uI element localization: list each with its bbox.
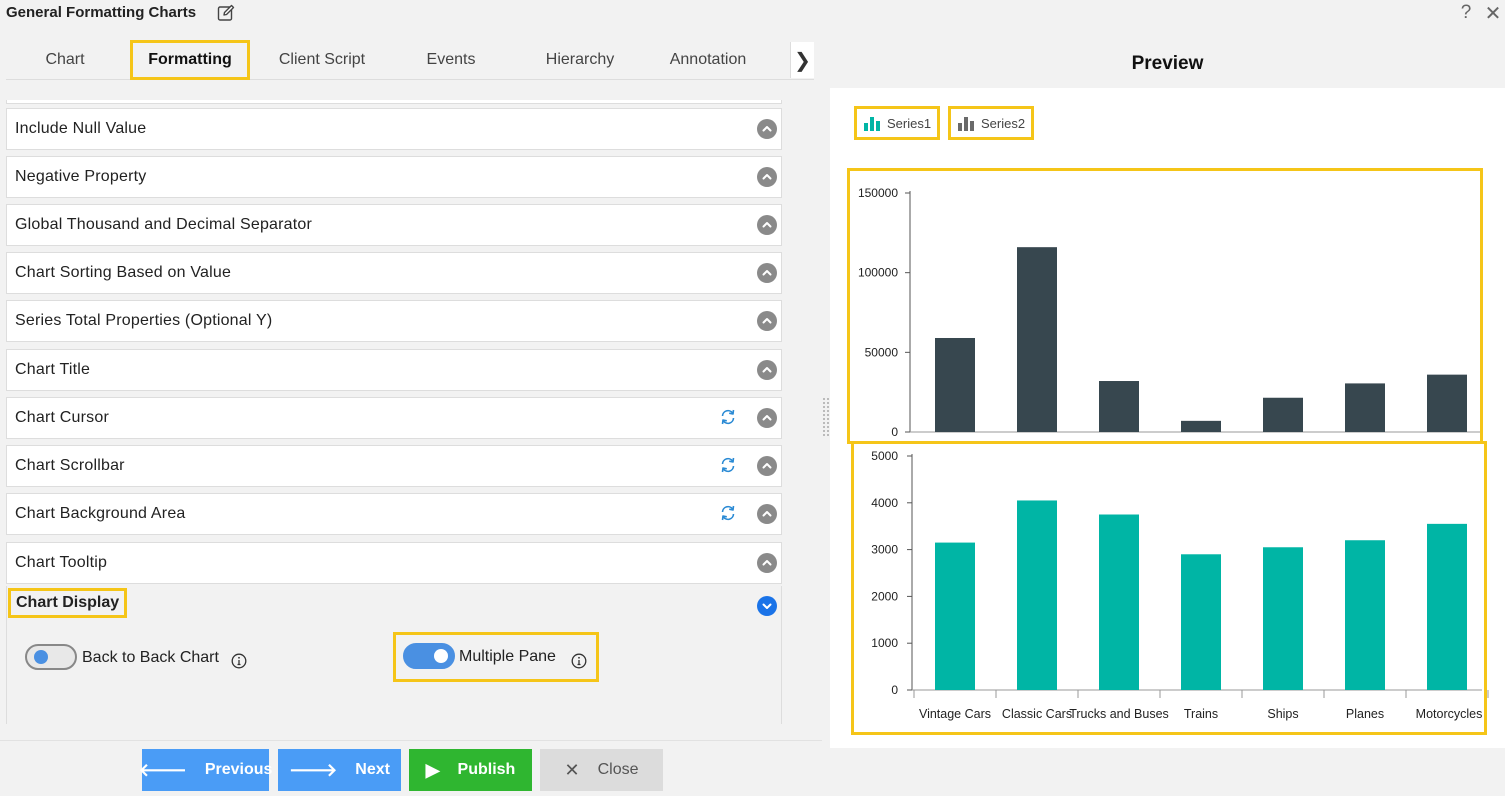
accordion-item-label: Chart Sorting Based on Value bbox=[15, 264, 232, 281]
accordion-item[interactable]: Negative Property bbox=[6, 156, 782, 198]
help-icon[interactable]: ? bbox=[1458, 2, 1474, 24]
tab-bar: Chart Formatting Client Script Events Hi… bbox=[6, 40, 814, 80]
tab-annotation[interactable]: Annotation bbox=[648, 40, 768, 80]
splitter-dot bbox=[823, 426, 825, 428]
chevron-up-icon[interactable] bbox=[757, 311, 777, 331]
accordion-item-label: Chart Scrollbar bbox=[15, 457, 125, 474]
chevron-up-icon[interactable] bbox=[757, 360, 777, 380]
splitter-dot bbox=[827, 430, 829, 432]
accordion-item[interactable]: Chart Title bbox=[6, 349, 782, 391]
splitter-dot bbox=[823, 402, 825, 404]
splitter-dot bbox=[827, 434, 829, 436]
splitter-dot bbox=[827, 402, 829, 404]
accordion-item-label: Series Total Properties (Optional Y) bbox=[15, 312, 273, 329]
chevron-down-icon[interactable] bbox=[757, 596, 777, 616]
accordion-item-label: Global Thousand and Decimal Separator bbox=[15, 216, 313, 233]
tab-hierarchy[interactable]: Hierarchy bbox=[518, 40, 642, 80]
close-button[interactable]: ✕ Close bbox=[540, 749, 663, 791]
refresh-icon[interactable] bbox=[719, 504, 737, 522]
accordion-item[interactable]: Chart Background Area bbox=[6, 493, 782, 535]
accordion-item-label: Chart Tooltip bbox=[15, 554, 108, 571]
chart-display-header[interactable]: Chart Display bbox=[8, 588, 128, 618]
splitter-dot bbox=[823, 398, 825, 400]
multiple-pane-label: Multiple Pane bbox=[459, 648, 556, 665]
title-bar: General Formatting Charts ? ✕ bbox=[0, 0, 1505, 28]
splitter-dot bbox=[827, 410, 829, 412]
splitter-dot bbox=[823, 406, 825, 408]
next-label: Next bbox=[355, 761, 390, 778]
chevron-up-icon[interactable] bbox=[757, 504, 777, 524]
top-pane-highlight bbox=[847, 168, 1483, 444]
accordion-item[interactable]: Chart Tooltip bbox=[6, 542, 782, 584]
chevron-up-icon[interactable] bbox=[757, 167, 777, 187]
tab-formatting[interactable]: Formatting bbox=[130, 40, 250, 80]
accordion-item[interactable]: Series Total Properties (Optional Y) bbox=[6, 300, 782, 342]
chevron-up-icon[interactable] bbox=[757, 408, 777, 428]
toggle-knob bbox=[34, 650, 48, 664]
toggle-knob bbox=[434, 649, 448, 663]
arrow-left-icon: 🡐 bbox=[138, 759, 187, 780]
tab-client-script[interactable]: Client Script bbox=[258, 40, 386, 80]
chevron-up-icon[interactable] bbox=[757, 119, 777, 139]
multiple-pane-toggle[interactable] bbox=[403, 643, 455, 669]
accordion-item-label: Include Null Value bbox=[15, 120, 147, 137]
splitter-dot bbox=[823, 414, 825, 416]
accordion-item[interactable]: Chart Scrollbar bbox=[6, 445, 782, 487]
panel-splitter[interactable] bbox=[822, 398, 830, 438]
accordion-item[interactable]: Include Null Value bbox=[6, 108, 782, 150]
tab-events[interactable]: Events bbox=[392, 40, 510, 80]
chevron-up-icon[interactable] bbox=[757, 456, 777, 476]
refresh-icon[interactable] bbox=[719, 456, 737, 474]
accordion-item-label: Chart Title bbox=[15, 361, 91, 378]
preview-panel: Preview Series1 Series2 0 50000 100000 1500… bbox=[830, 40, 1505, 796]
play-icon: ▶ bbox=[425, 759, 440, 780]
tabs-next-arrow-icon[interactable]: ❯ bbox=[790, 42, 814, 78]
tab-chart[interactable]: Chart bbox=[6, 40, 124, 80]
arrow-right-icon: 🡒 bbox=[289, 759, 338, 780]
accordion-item-label: Chart Cursor bbox=[15, 409, 109, 426]
publish-label: Publish bbox=[457, 761, 516, 778]
accordion-item[interactable]: Global Thousand and Decimal Separator bbox=[6, 204, 782, 246]
chart-display-section: Chart Display Back to Back Chart Multipl… bbox=[6, 586, 782, 724]
splitter-dot bbox=[827, 406, 829, 408]
edit-icon[interactable] bbox=[217, 4, 235, 22]
info-icon[interactable] bbox=[571, 653, 587, 669]
splitter-dot bbox=[823, 430, 825, 432]
chevron-up-icon[interactable] bbox=[757, 263, 777, 283]
preview-footer bbox=[830, 748, 1505, 796]
back-to-back-toggle[interactable] bbox=[25, 644, 77, 670]
refresh-icon[interactable] bbox=[719, 408, 737, 426]
previous-button[interactable]: 🡐 Previous bbox=[138, 749, 272, 791]
action-bar: 🡐 Previous 🡒 Next ▶ Publish ✕ Close bbox=[0, 740, 822, 796]
close-icon: ✕ bbox=[564, 759, 580, 780]
window-title: General Formatting Charts bbox=[6, 4, 197, 21]
splitter-dot bbox=[827, 398, 829, 400]
splitter-dot bbox=[823, 422, 825, 424]
publish-button[interactable]: ▶ Publish bbox=[409, 749, 532, 791]
next-button[interactable]: 🡒 Next bbox=[278, 749, 401, 791]
chevron-up-icon[interactable] bbox=[757, 553, 777, 573]
splitter-dot bbox=[827, 426, 829, 428]
formatting-accordion: Include Null Value Negative Property Globa… bbox=[6, 100, 782, 724]
close-label: Close bbox=[597, 761, 639, 778]
accordion-item-label: Chart Background Area bbox=[15, 505, 186, 522]
splitter-dot bbox=[827, 422, 829, 424]
accordion-item-partial bbox=[6, 100, 782, 104]
close-window-icon[interactable]: ✕ bbox=[1484, 1, 1502, 26]
splitter-dot bbox=[827, 414, 829, 416]
info-icon[interactable] bbox=[231, 653, 247, 669]
accordion-item[interactable]: Chart Sorting Based on Value bbox=[6, 252, 782, 294]
splitter-dot bbox=[823, 434, 825, 436]
bottom-pane-highlight bbox=[851, 441, 1487, 735]
splitter-dot bbox=[823, 418, 825, 420]
settings-panel: Chart Formatting Client Script Events Hi… bbox=[0, 28, 822, 796]
splitter-dot bbox=[827, 418, 829, 420]
chevron-up-icon[interactable] bbox=[757, 215, 777, 235]
splitter-dot bbox=[823, 410, 825, 412]
back-to-back-label: Back to Back Chart bbox=[82, 649, 219, 666]
previous-label: Previous bbox=[204, 761, 273, 778]
accordion-item[interactable]: Chart Cursor bbox=[6, 397, 782, 439]
accordion-item-label: Negative Property bbox=[15, 168, 147, 185]
